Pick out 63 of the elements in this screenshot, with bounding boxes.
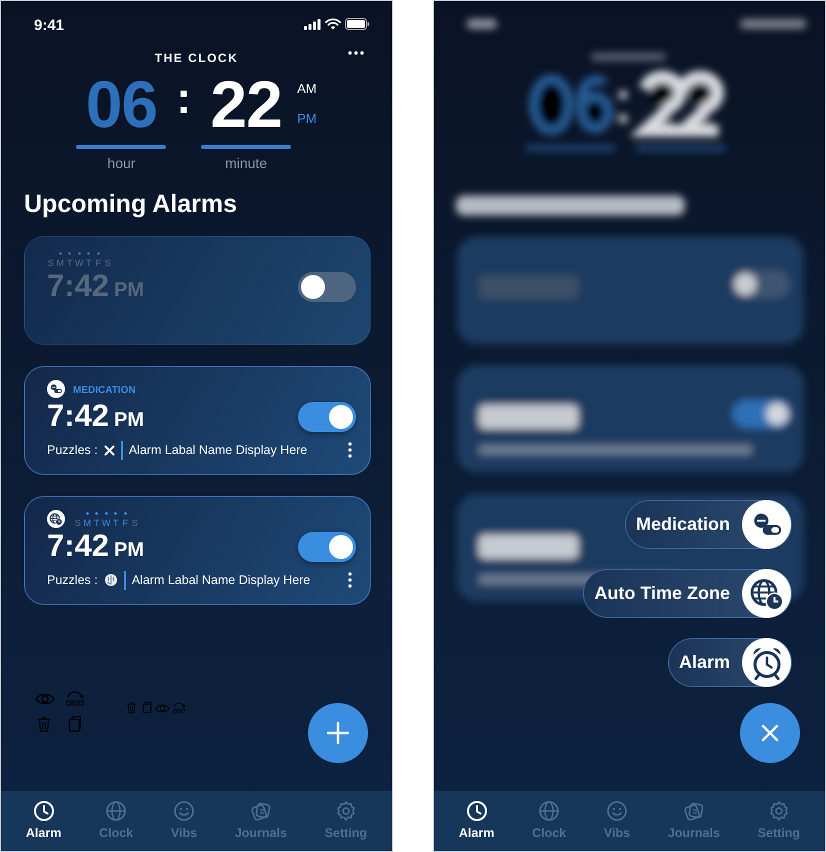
- plus-icon: [326, 721, 350, 745]
- alarm-label: Alarm Labal Name Display Here: [120, 441, 308, 460]
- kebab-icon[interactable]: [348, 442, 352, 458]
- pill-icon: [49, 382, 63, 396]
- alarm-tag: MEDICATION: [73, 383, 136, 398]
- minute-digits[interactable]: 22: [210, 71, 282, 137]
- alarm-time: 7:42: [47, 398, 110, 434]
- hour-digits[interactable]: 06: [86, 71, 158, 137]
- day-letter: T: [65, 252, 74, 268]
- smiley-icon: [606, 800, 628, 822]
- toggle-switch[interactable]: [298, 532, 356, 562]
- day-letter: F: [94, 252, 103, 268]
- signal-icon: [304, 18, 321, 30]
- clock-icon: [466, 800, 488, 822]
- day-letter: S: [74, 517, 82, 528]
- toggle-switch[interactable]: [298, 272, 356, 302]
- puzzles-label: Puzzles :: [47, 442, 98, 459]
- gear-icon: [334, 800, 357, 822]
- alarm-time: 7:42: [47, 528, 110, 564]
- day-letter: S: [104, 257, 112, 268]
- day-letter: M: [56, 252, 65, 268]
- day-letter: S: [130, 517, 139, 528]
- time-separator: :: [175, 73, 192, 125]
- alarm-time: 7:42: [47, 268, 110, 304]
- more-icon[interactable]: [348, 51, 364, 55]
- kebab-icon[interactable]: [348, 572, 352, 588]
- day-letter: W: [74, 252, 84, 268]
- alarm-card[interactable]: MEDICATION 7:42 PM Puzzles : Alarm Labal Name Display Here: [24, 366, 371, 475]
- day-letter: T: [84, 252, 94, 268]
- day-letter: W: [102, 512, 111, 528]
- status-time: 9:41: [34, 16, 64, 36]
- puzzles-label: Puzzles :: [47, 572, 98, 589]
- nav-tab[interactable]: Alarm: [20, 800, 68, 842]
- hour-label: hour: [107, 154, 136, 173]
- period-option[interactable]: AM: [297, 79, 317, 98]
- minute-label: minute: [225, 154, 268, 173]
- day-letter: M: [82, 512, 92, 528]
- globe-clock-icon: [49, 512, 63, 526]
- alarm-card[interactable]: S M T W T F S 7:42 PM Puzzles : Alarm Labal Name Display Here: [24, 496, 371, 605]
- smiley-icon: [172, 800, 195, 822]
- nav-tab[interactable]: Alarm: [452, 800, 500, 842]
- menu-option[interactable]: Medication: [624, 500, 792, 549]
- wifi-icon: [325, 18, 341, 30]
- gear-icon: [768, 800, 790, 822]
- section-title: Upcoming Alarms: [24, 189, 238, 220]
- close-icon: [760, 723, 780, 743]
- toggle-switch[interactable]: [298, 402, 356, 432]
- menu-option[interactable]: Auto Time Zone: [583, 569, 792, 618]
- menu-option[interactable]: Alarm: [668, 638, 792, 687]
- clock-icon: [32, 800, 55, 822]
- day-letter: T: [92, 512, 102, 528]
- globe-icon: [105, 800, 128, 822]
- alarm-period: PM: [114, 278, 144, 303]
- alarm-label: Alarm Labal Name Display Here: [124, 571, 310, 590]
- battery-icon: [345, 18, 370, 30]
- day-letter: F: [120, 512, 130, 528]
- period-option[interactable]: PM: [297, 108, 317, 128]
- app-title: THE CLOCK: [154, 50, 238, 67]
- globe-icon: [538, 800, 560, 822]
- alarm-period: PM: [114, 408, 144, 433]
- alarm-period: PM: [114, 538, 144, 563]
- day-letter: T: [111, 512, 120, 528]
- day-letter: S: [46, 257, 55, 268]
